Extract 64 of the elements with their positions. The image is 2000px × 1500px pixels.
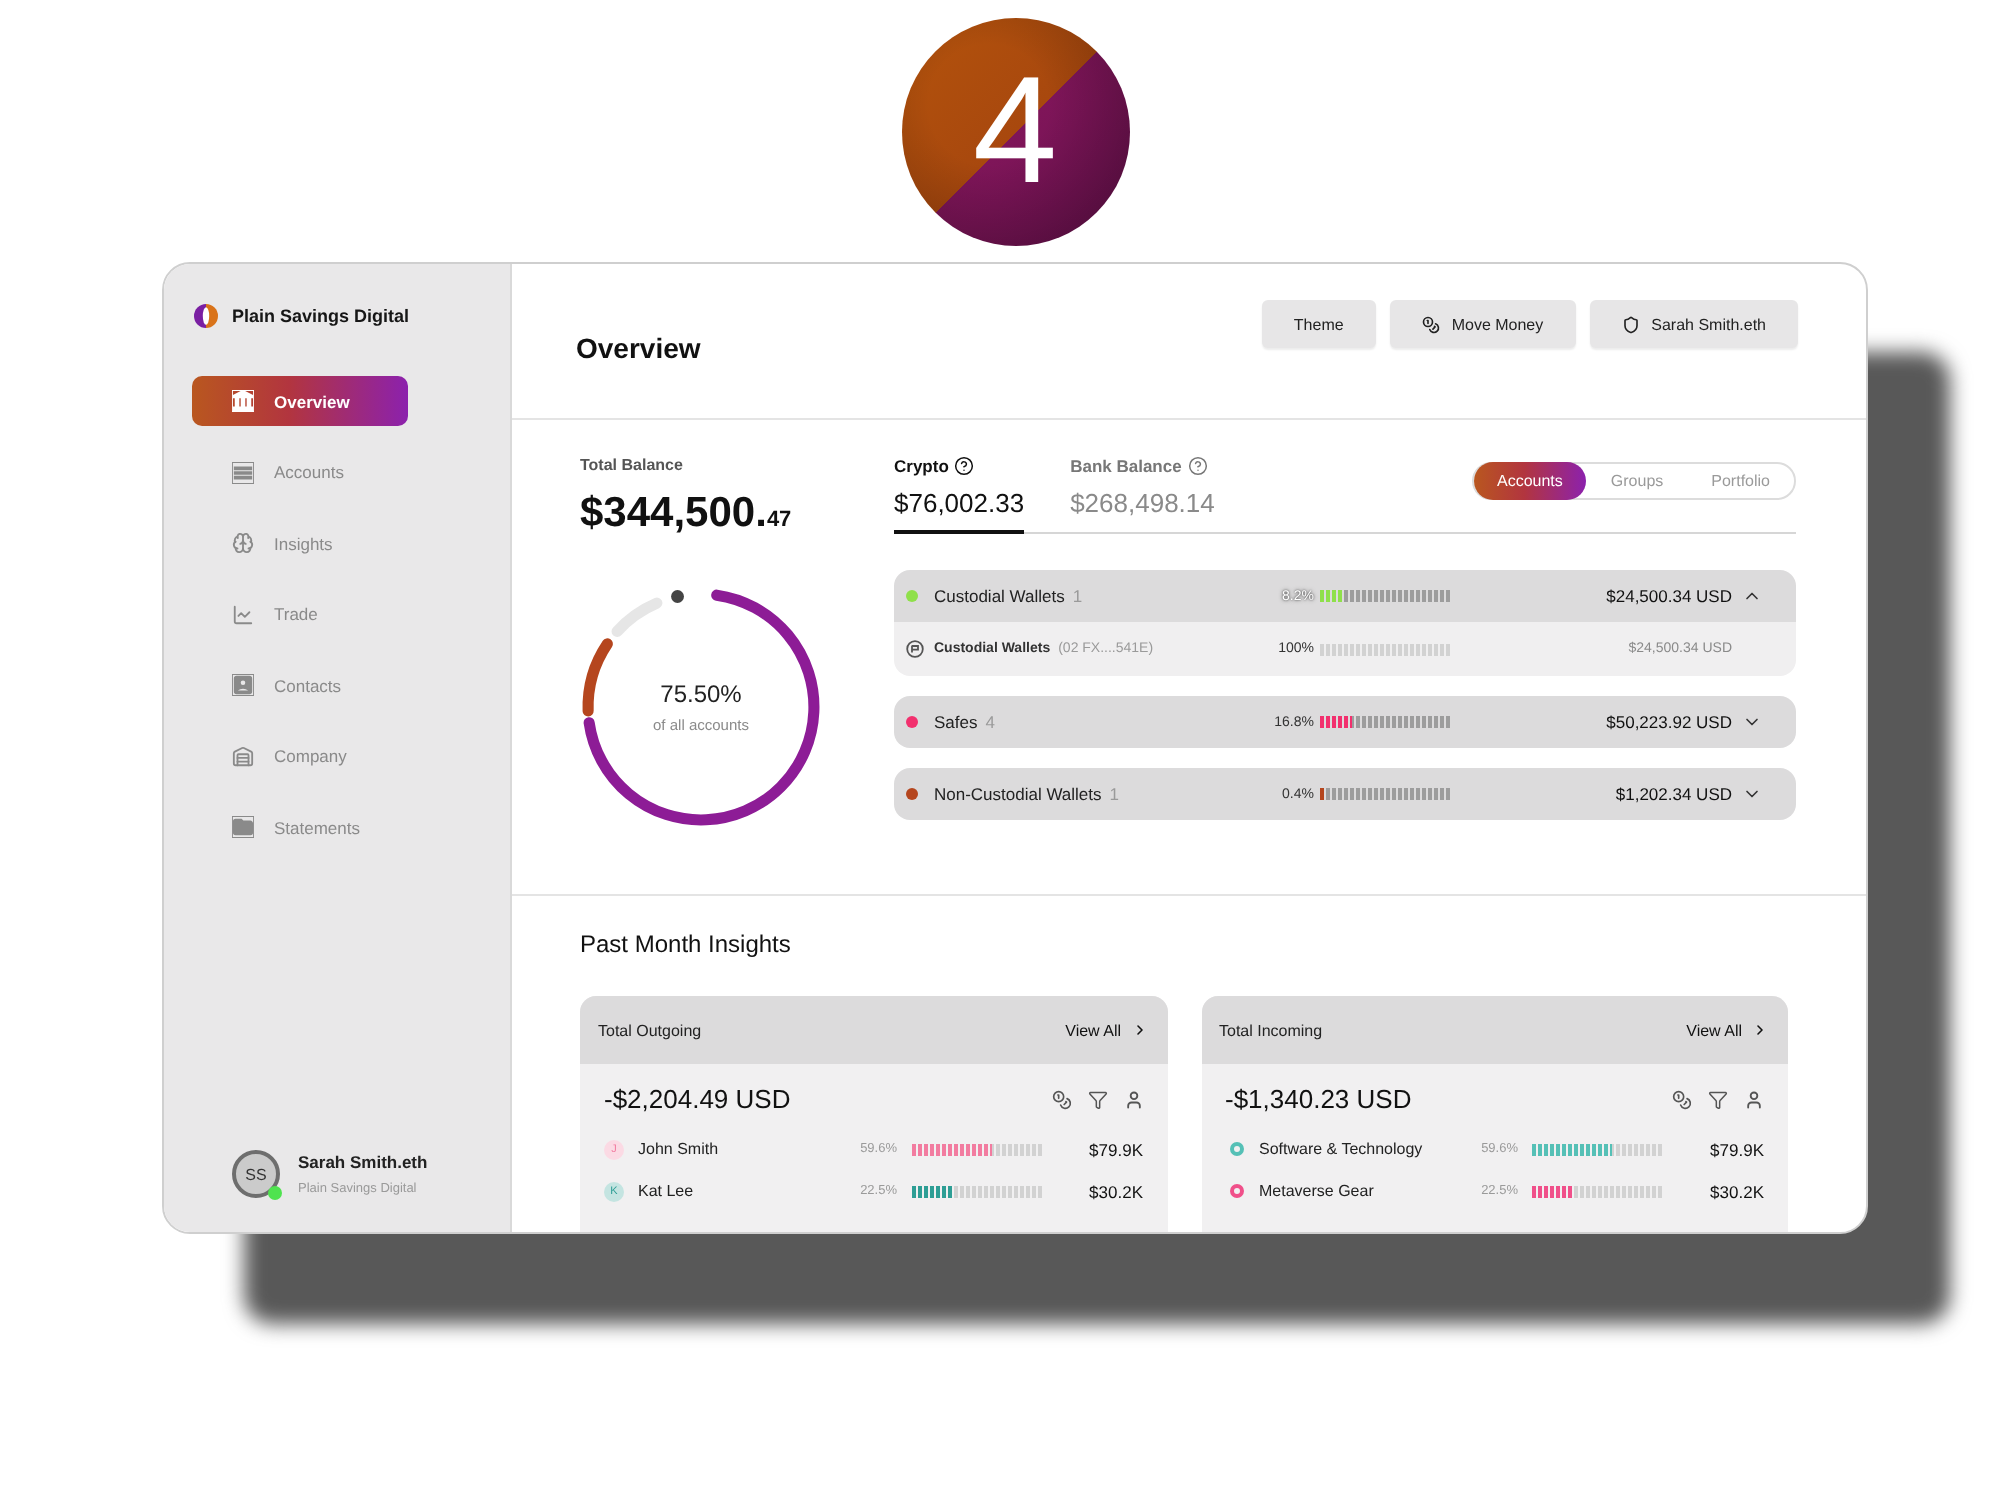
page-title: Overview: [576, 332, 701, 364]
contact-card-icon: [232, 674, 254, 696]
flag-circle-icon: [906, 640, 924, 658]
insight-amount: $79.9K: [1087, 1139, 1143, 1159]
help-icon: [1187, 456, 1208, 476]
insight-amount: $79.9K: [1708, 1139, 1764, 1159]
account-name: Non-Custodial Wallets: [934, 784, 1102, 804]
donut-marker: [671, 590, 684, 603]
coins-icon[interactable]: [1051, 1089, 1071, 1109]
view-all-link[interactable]: View All: [1686, 1021, 1768, 1039]
user-icon[interactable]: [1123, 1089, 1143, 1109]
card-title: Total Incoming: [1219, 1021, 1323, 1039]
warehouse-icon: [232, 745, 254, 767]
account-amount: $1,202.34 USD: [1613, 784, 1732, 804]
account-count: 4: [985, 712, 995, 732]
balance-label: Total Balance: [580, 456, 685, 476]
account-name: Safes: [934, 712, 978, 732]
list-icon: [232, 461, 254, 483]
card-title: Total Outgoing: [598, 1021, 702, 1039]
insight-name: Software & Technology: [1259, 1140, 1425, 1158]
coins-icon[interactable]: [1672, 1089, 1692, 1109]
user-avatar[interactable]: SS: [232, 1150, 280, 1198]
category-ring-icon: [1229, 1142, 1243, 1156]
balance-amount: $344,500.47: [580, 490, 794, 540]
share-bar-track: [1320, 643, 1452, 655]
card-total: -$2,204.49 USD: [604, 1084, 791, 1114]
insight-amount: $30.2K: [1087, 1181, 1143, 1201]
shield-icon: [1621, 315, 1640, 333]
theme-button[interactable]: Theme: [1261, 300, 1376, 348]
balance-tab[interactable]: Crypto $76,002.33: [894, 456, 1025, 534]
user-name: Sarah Smith.eth: [298, 1152, 428, 1172]
section-title: Past Month Insights: [580, 930, 793, 958]
toggle-option[interactable]: Accounts: [1473, 462, 1587, 500]
account-amount: $50,223.92 USD: [1604, 712, 1732, 732]
insight-amount: $30.2K: [1708, 1181, 1764, 1201]
line-chart-icon: [232, 603, 254, 625]
move-money-button[interactable]: Move Money: [1389, 300, 1576, 348]
insight-name: Kat Lee: [638, 1182, 696, 1200]
chevron-right-icon: [1131, 1022, 1147, 1038]
step-badge: 4: [901, 18, 1129, 246]
balance-tab[interactable]: Bank Balance $268,498.14: [1070, 456, 1215, 534]
account-name: Custodial Wallets: [934, 586, 1065, 606]
brand-name: Plain Savings Digital: [232, 306, 410, 326]
view-all-link[interactable]: View All: [1065, 1021, 1147, 1039]
insight-name: John Smith: [638, 1140, 721, 1158]
filter-icon[interactable]: [1708, 1089, 1728, 1109]
folder-icon: [232, 816, 254, 838]
logo-icon: [194, 304, 218, 328]
account-amount: $24,500.34 USD: [1604, 586, 1732, 606]
account-count: 1: [1072, 586, 1083, 606]
nav-item[interactable]: Overview: [192, 376, 408, 426]
card-total: -$1,340.23 USD: [1225, 1084, 1412, 1114]
brain-icon: [232, 532, 254, 554]
donut-percentage: 75.50%: [660, 680, 742, 708]
account-count: 1: [1109, 784, 1120, 804]
insight-name: Metaverse Gear: [1259, 1182, 1376, 1200]
chevron-right-icon: [1752, 1022, 1768, 1038]
filter-icon[interactable]: [1087, 1089, 1107, 1109]
bank-icon: [232, 390, 254, 412]
account-button[interactable]: Sarah Smith.eth: [1589, 300, 1798, 348]
user-icon[interactable]: [1744, 1089, 1764, 1109]
coins-icon: [1421, 315, 1440, 333]
category-ring-icon: [1229, 1184, 1243, 1198]
help-icon: [954, 456, 975, 476]
